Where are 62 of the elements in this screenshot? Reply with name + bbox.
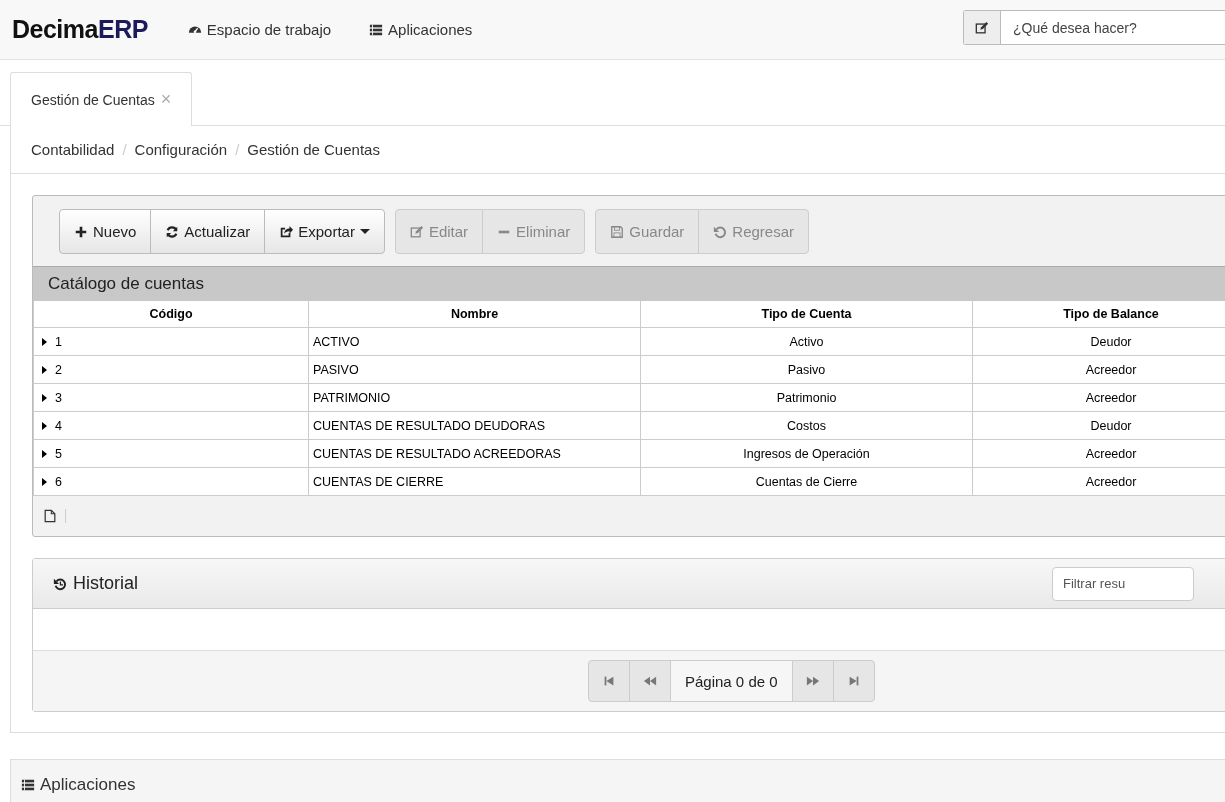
next-page-button[interactable] xyxy=(791,660,834,702)
expand-icon[interactable] xyxy=(42,477,47,486)
table-cell: Costos xyxy=(640,411,973,440)
table-cell: CUENTAS DE CIERRE xyxy=(308,467,641,496)
panel-title: Historial xyxy=(53,573,138,594)
table-cell: ACTIVO xyxy=(308,327,641,356)
previous-page-button[interactable] xyxy=(629,660,671,702)
expand-icon[interactable] xyxy=(42,449,47,458)
page-indicator: Página 0 de 0 xyxy=(670,660,793,702)
expand-icon[interactable] xyxy=(42,421,47,430)
panel-title: Aplicaciones xyxy=(21,775,136,795)
list-icon xyxy=(21,778,35,792)
undo-icon xyxy=(713,224,728,239)
table-cell: Ingresos de Operación xyxy=(640,439,973,468)
table-cell: 4 xyxy=(33,411,309,440)
column-header[interactable]: Nombre xyxy=(308,301,641,328)
document-icon xyxy=(43,509,57,523)
toolbar-button[interactable]: Actualizar xyxy=(150,209,266,254)
column-header[interactable]: Código xyxy=(33,301,309,328)
command-field[interactable]: ¿Qué desea hacer? xyxy=(963,10,1225,45)
table-cell: 1 xyxy=(33,327,309,356)
table-cell: PATRIMONIO xyxy=(308,383,641,412)
refresh-icon xyxy=(165,224,180,239)
tab[interactable]: Gestión de Cuentas × xyxy=(10,72,193,126)
table-title: Catálogo de cuentas xyxy=(33,266,1225,301)
breadcrumb-link[interactable]: Gestión de Cuentas xyxy=(247,141,380,158)
edit-icon-button[interactable] xyxy=(964,11,1001,44)
nav-link[interactable]: Espacio de trabajo xyxy=(187,21,332,38)
toolbar-button[interactable]: Nuevo xyxy=(59,209,152,254)
table-cell: 6 xyxy=(33,467,309,496)
breadcrumb-link[interactable]: Contabilidad xyxy=(31,141,115,158)
breadcrumb-link[interactable]: Configuración xyxy=(134,141,228,158)
skip-start-icon xyxy=(602,674,616,688)
plus-icon xyxy=(74,224,88,239)
table-cell: 2 xyxy=(33,355,309,384)
breadcrumb-separator: / xyxy=(122,141,127,158)
table-cell: CUENTAS DE RESULTADO ACREEDORAS xyxy=(308,439,641,468)
rewind-icon xyxy=(643,674,657,688)
table-cell: CUENTAS DE RESULTADO DEUDORAS xyxy=(308,411,641,440)
table-cell: PASIVO xyxy=(308,355,641,384)
nav-link[interactable]: Aplicaciones xyxy=(369,21,473,38)
table-cell: Pasivo xyxy=(640,355,973,384)
expand-icon[interactable] xyxy=(42,393,47,402)
table-cell: Patrimonio xyxy=(640,383,973,412)
filter-field[interactable]: Filtrar resu xyxy=(1052,566,1194,601)
history-icon xyxy=(53,576,67,591)
list-icon xyxy=(369,22,384,37)
fast-forward-icon xyxy=(805,674,820,688)
table-cell: 5 xyxy=(33,439,309,468)
breadcrumb-separator: / xyxy=(235,141,240,158)
edit-icon xyxy=(975,20,989,35)
expand-icon[interactable] xyxy=(42,365,47,374)
floppy-icon xyxy=(610,224,625,239)
column-header[interactable]: Tipo de Cuenta xyxy=(640,301,973,328)
edit-icon xyxy=(409,224,424,239)
toolbar-button[interactable]: Exportar xyxy=(264,209,385,254)
expand-icon[interactable] xyxy=(42,337,47,346)
logo: DecimaERP xyxy=(12,15,148,44)
table-cell: Activo xyxy=(640,327,973,356)
share-icon xyxy=(279,224,294,239)
table-cell: 3 xyxy=(33,383,309,412)
table-cell: Cuentas de Cierre xyxy=(640,467,973,496)
